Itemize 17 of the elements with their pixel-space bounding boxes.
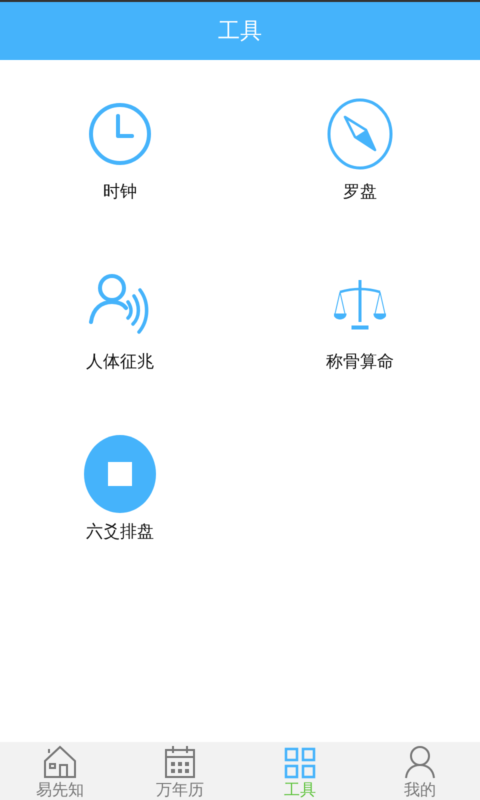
tab[interactable]: 易先知 — [0, 742, 120, 800]
clock-icon — [88, 102, 152, 166]
page-title: 工具 — [218, 18, 262, 46]
tool-button[interactable]: 六爻排盘 — [0, 434, 240, 604]
scale-icon — [334, 278, 386, 330]
calendar-icon — [164, 745, 196, 779]
user-icon — [404, 745, 436, 779]
tool-button[interactable]: 罗盘 — [240, 94, 480, 264]
grid-icon — [284, 747, 316, 779]
stop-icon — [84, 435, 156, 513]
tab[interactable]: 万年历 — [120, 742, 240, 800]
tool-button[interactable]: 时钟 — [0, 94, 240, 264]
tool-button[interactable]: 称骨算命 — [240, 264, 480, 434]
compass-icon — [327, 98, 393, 170]
tab[interactable]: 我的 — [360, 742, 480, 800]
house-icon — [43, 745, 77, 779]
tool-button[interactable]: 人体征兆 — [0, 264, 240, 434]
